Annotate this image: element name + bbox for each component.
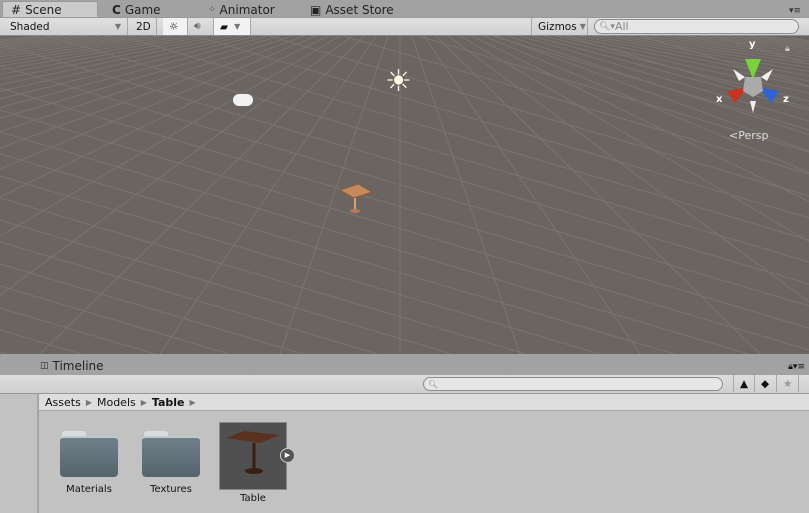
grid-line xyxy=(0,329,82,354)
dropdown-arrow-icon: ▼ xyxy=(114,22,121,31)
search-icon: 🔍︎▾ xyxy=(599,21,615,32)
lock-icon[interactable]: 🔒︎ xyxy=(785,44,790,54)
grid-icon: # xyxy=(11,3,22,17)
asset-textures[interactable]: Textures xyxy=(135,421,207,495)
breadcrumb-assets[interactable]: Assets xyxy=(45,396,81,409)
grid-line xyxy=(0,36,329,198)
filter-by-label-button[interactable]: ◆ xyxy=(755,375,777,392)
tab-timeline[interactable]: ◫ Timeline xyxy=(32,357,112,374)
tag-icon: ◆ xyxy=(761,377,770,390)
grid-line xyxy=(47,36,809,263)
breadcrumb-table[interactable]: Table xyxy=(152,396,185,409)
grid-line xyxy=(0,285,230,354)
image-icon: ▰ xyxy=(220,20,229,33)
audio-toggle[interactable]: 🔊︎ xyxy=(188,18,214,35)
grid-line xyxy=(0,109,809,351)
project-search-input[interactable]: 🔍︎ xyxy=(423,377,723,391)
lighting-toggle[interactable]: ☼ xyxy=(163,18,188,35)
grid-line xyxy=(0,263,304,354)
camera-icon[interactable] xyxy=(233,94,253,106)
project-folder-tree[interactable] xyxy=(0,394,38,513)
project-toolbar: 🔍︎ ▲ ◆ ★ xyxy=(0,375,809,394)
panel-menu-icon[interactable]: ▾≡ xyxy=(789,6,801,16)
folder-icon xyxy=(60,431,118,477)
breadcrumb: Assets ▶ Models ▶ Table ▶ xyxy=(39,394,809,411)
directional-light-icon[interactable]: ☀ xyxy=(385,67,412,97)
grid-line xyxy=(0,307,156,354)
grid-line xyxy=(121,36,809,241)
animator-icon: ⁘ xyxy=(208,4,216,15)
tab-asset-store[interactable]: ▣ Asset Store xyxy=(302,1,402,18)
grid-line xyxy=(0,219,452,354)
grid-line xyxy=(0,175,601,354)
pacman-icon: C xyxy=(112,2,121,17)
grid-line xyxy=(0,131,749,354)
projection-toggle[interactable]: <Persp xyxy=(729,129,768,142)
filter-by-type-button[interactable]: ▲ xyxy=(733,375,755,392)
breadcrumb-models[interactable]: Models xyxy=(97,396,136,409)
folder-icon xyxy=(142,431,200,477)
grid-line xyxy=(423,36,641,354)
shading-dropdown[interactable]: Shaded ▼ xyxy=(4,18,128,35)
grid-line xyxy=(0,36,341,237)
asset-grid: Materials Textures ▶ Table xyxy=(39,411,809,513)
asset-materials[interactable]: Materials xyxy=(53,421,125,495)
grid-line xyxy=(0,65,809,307)
tab-animator[interactable]: ⁘ Animator xyxy=(200,1,283,18)
sun-icon: ☼ xyxy=(169,20,179,33)
favorites-button[interactable]: ★ xyxy=(777,375,799,392)
speaker-icon: 🔊︎ xyxy=(194,20,201,32)
tab-scene[interactable]: # Scene xyxy=(2,1,98,18)
2d-toggle[interactable]: 2D xyxy=(130,18,157,35)
lock-icon[interactable]: 🔒︎▾≡ xyxy=(788,362,805,372)
store-icon: ▣ xyxy=(310,2,322,17)
timeline-icon: ◫ xyxy=(40,360,49,371)
grid-line xyxy=(0,197,527,354)
grid-line xyxy=(0,36,353,296)
timeline-tab-bar: ◫ Timeline 🔒︎▾≡ xyxy=(0,354,809,375)
grid-line xyxy=(0,87,809,329)
effects-dropdown[interactable]: ▰ ▼ xyxy=(214,18,251,35)
tab-game[interactable]: C Game xyxy=(104,1,169,18)
scene-viewport[interactable]: ☀ y x z 🔒︎ <Persp xyxy=(0,36,809,354)
scene-toolbar: Shaded ▼ 2D ☼ 🔊︎ ▰ ▼ Gizmos ▼ 🔍︎▾ All xyxy=(0,17,809,36)
table-object[interactable] xyxy=(336,180,376,216)
asset-table[interactable]: ▶ Table xyxy=(217,411,295,504)
gizmos-dropdown[interactable]: Gizmos ▼ xyxy=(531,18,588,35)
shapes-icon: ▲ xyxy=(740,377,749,390)
scene-search-input[interactable]: 🔍︎▾ All xyxy=(594,19,799,34)
star-icon: ★ xyxy=(783,377,793,390)
table-model-thumbnail: ▶ xyxy=(219,422,295,490)
tab-bar: # Scene C Game ⁘ Animator ▣ Asset Store ▾≡ xyxy=(0,0,809,18)
search-icon: 🔍︎ xyxy=(428,379,439,389)
orientation-gizmo[interactable]: y x z xyxy=(715,39,795,121)
expand-play-icon[interactable]: ▶ xyxy=(280,448,295,463)
